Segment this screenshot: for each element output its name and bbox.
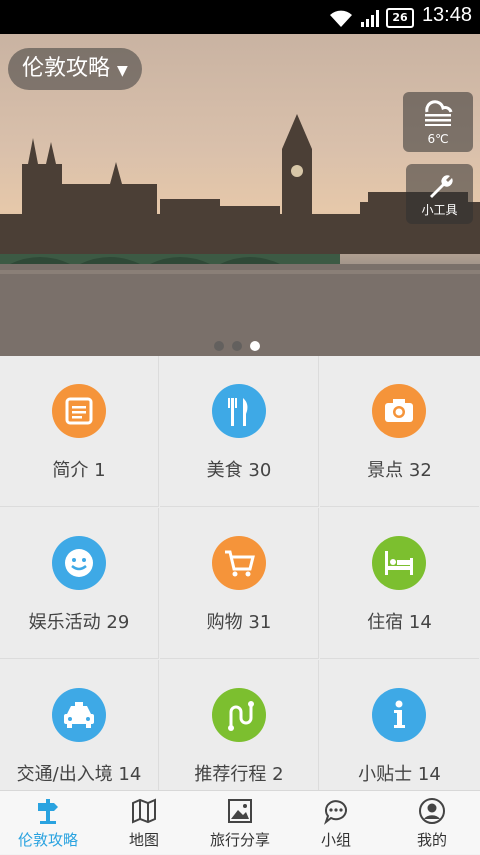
tab-label: 我的 bbox=[416, 831, 447, 849]
grid-item-label: 小贴士 14 bbox=[358, 764, 441, 785]
bed-icon bbox=[372, 536, 426, 590]
grid-item-entertainment[interactable]: 娱乐活动 29 bbox=[0, 508, 159, 659]
tab-group[interactable]: 小组 bbox=[288, 791, 384, 855]
tab-label: 地图 bbox=[128, 831, 159, 849]
tab-label: 伦敦攻略 bbox=[17, 831, 78, 849]
map-icon bbox=[132, 798, 156, 824]
grid-item-shopping[interactable]: 购物 31 bbox=[160, 508, 319, 659]
info-icon bbox=[372, 688, 426, 742]
grid-item-food[interactable]: 美食 30 bbox=[160, 356, 319, 507]
wrench-icon bbox=[430, 175, 453, 198]
tab-label: 旅行分享 bbox=[209, 831, 270, 849]
tab-map[interactable]: 地图 bbox=[96, 791, 192, 855]
grid-item-label: 娱乐活动 29 bbox=[28, 612, 130, 633]
carousel-indicator bbox=[214, 336, 268, 355]
grid-item-label: 景点 32 bbox=[367, 460, 432, 481]
fork-knife-icon bbox=[212, 384, 266, 438]
grid-item-sights[interactable]: 景点 32 bbox=[320, 356, 479, 507]
status-time: 13:48 bbox=[421, 4, 472, 26]
city-name: 伦敦攻略 bbox=[22, 56, 111, 81]
city-selector[interactable]: 伦敦攻略 ▼ bbox=[8, 48, 142, 90]
grid-item-label: 简介 1 bbox=[52, 460, 106, 481]
tab-me[interactable]: 我的 bbox=[384, 791, 480, 855]
grid-item-lodging[interactable]: 住宿 14 bbox=[320, 508, 479, 659]
grid-item-transport[interactable]: 交通/出入境 14 bbox=[0, 660, 159, 811]
bottom-tab-bar: 伦敦攻略 地图 旅行分享 小组 我的 bbox=[0, 790, 480, 854]
battery-icon: 26 bbox=[386, 8, 414, 28]
grid-item-itinerary[interactable]: 推荐行程 2 bbox=[160, 660, 319, 811]
category-grid: 简介 1 美食 30 景点 32 娱乐活动 29 购物 31 住宿 14 交通/… bbox=[0, 356, 480, 811]
cart-icon bbox=[212, 536, 266, 590]
smiley-icon bbox=[52, 536, 106, 590]
grid-item-tips[interactable]: 小贴士 14 bbox=[320, 660, 479, 811]
signpost-icon bbox=[38, 799, 58, 824]
grid-item-label: 交通/出入境 14 bbox=[16, 764, 142, 785]
user-icon bbox=[419, 798, 445, 824]
car-icon bbox=[52, 688, 106, 742]
grid-item-label: 推荐行程 2 bbox=[194, 764, 284, 785]
grid-item-label: 购物 31 bbox=[206, 612, 272, 633]
route-icon bbox=[212, 688, 266, 742]
tab-guide[interactable]: 伦敦攻略 bbox=[0, 791, 96, 855]
picture-icon bbox=[228, 799, 252, 823]
carousel-dot[interactable] bbox=[214, 341, 224, 351]
grid-item-intro[interactable]: 简介 1 bbox=[0, 356, 159, 507]
hero-banner[interactable]: 伦敦攻略 ▼ 6℃ 小工具 bbox=[0, 34, 480, 356]
carousel-dot-active[interactable] bbox=[250, 341, 260, 351]
signal-icon bbox=[361, 10, 379, 27]
chat-icon bbox=[323, 800, 347, 825]
fog-icon bbox=[425, 100, 453, 126]
grid-item-label: 住宿 14 bbox=[367, 612, 432, 633]
tools-button[interactable]: 小工具 bbox=[406, 164, 473, 224]
grid-item-label: 美食 30 bbox=[206, 460, 272, 481]
status-bar: 26 13:48 bbox=[0, 0, 480, 34]
tab-share[interactable]: 旅行分享 bbox=[192, 791, 288, 855]
weather-temp: 6℃ bbox=[427, 132, 449, 146]
tools-label: 小工具 bbox=[421, 203, 458, 217]
camera-icon bbox=[372, 384, 426, 438]
wifi-icon bbox=[330, 10, 352, 27]
weather-button[interactable]: 6℃ bbox=[403, 92, 473, 152]
document-icon bbox=[52, 384, 106, 438]
chevron-down-icon: ▼ bbox=[117, 63, 128, 79]
tab-label: 小组 bbox=[320, 831, 351, 849]
carousel-dot[interactable] bbox=[232, 341, 242, 351]
